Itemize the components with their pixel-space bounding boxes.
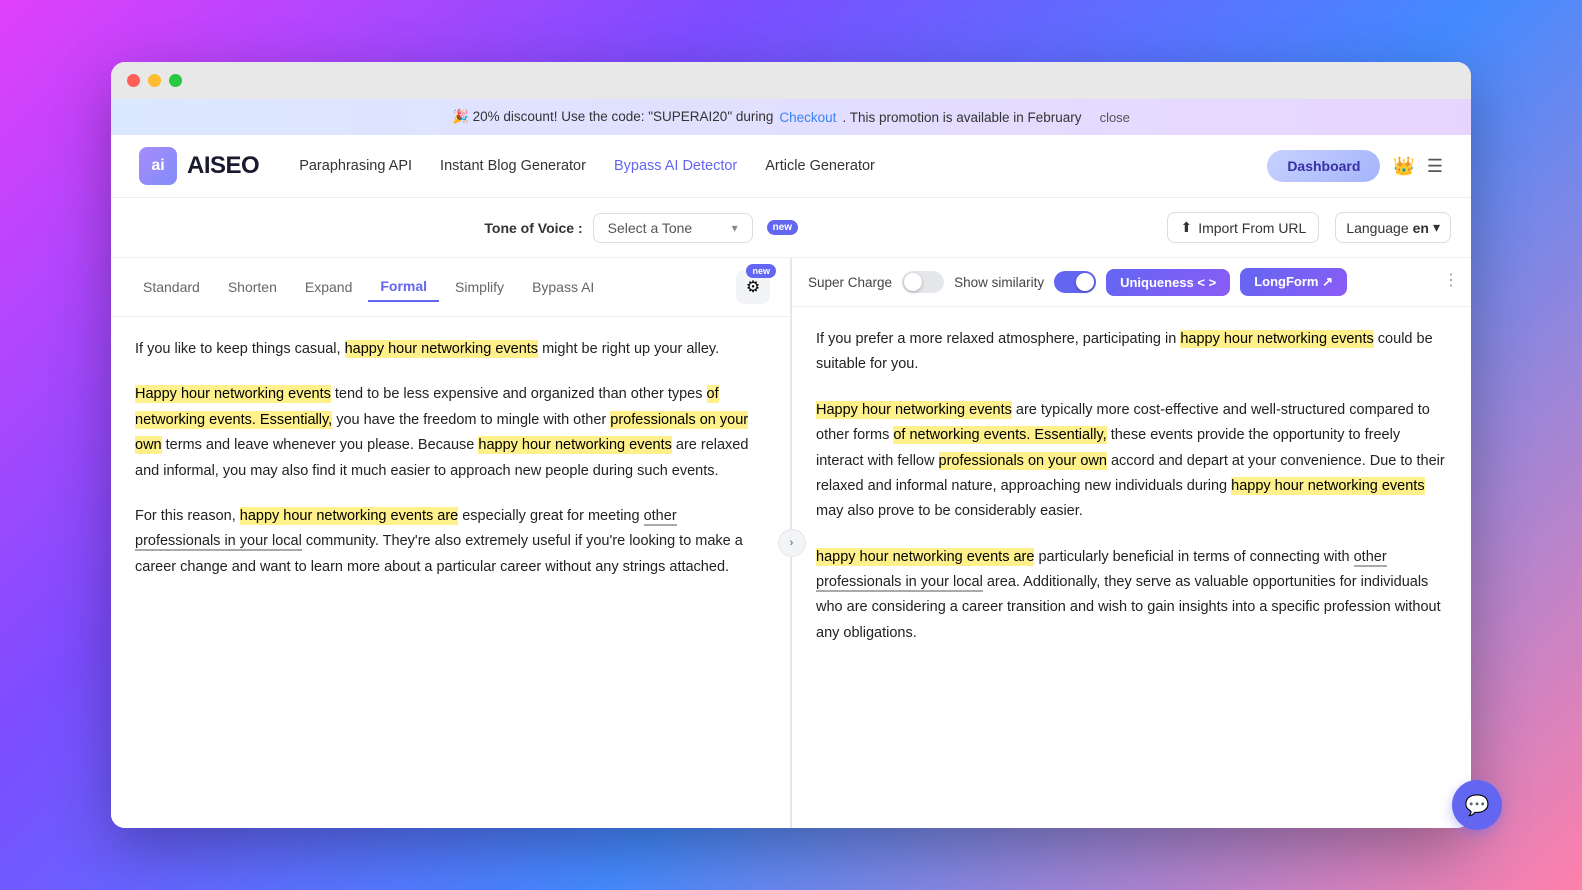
- highlight-6: happy hour networking events are: [240, 507, 458, 525]
- tab-expand[interactable]: Expand: [293, 273, 364, 301]
- highlight-1: happy hour networking events: [345, 340, 538, 358]
- title-bar: [111, 62, 1471, 99]
- nav-links: Paraphrasing API Instant Blog Generator …: [299, 158, 1267, 174]
- right-highlight-5: happy hour networking events: [1231, 477, 1424, 495]
- lang-label: Language: [1346, 220, 1408, 236]
- maximize-dot[interactable]: [169, 74, 182, 87]
- lang-chevron-icon: ▾: [1433, 219, 1440, 236]
- similarity-toggle[interactable]: [1054, 271, 1096, 293]
- nav-bypass-ai[interactable]: Bypass AI Detector: [614, 158, 737, 174]
- highlight-5: happy hour networking events: [478, 436, 671, 454]
- highlight-2: Happy hour networking events: [135, 385, 331, 403]
- minimize-dot[interactable]: [148, 74, 161, 87]
- gear-new-badge: new: [746, 264, 776, 278]
- nav-paraphrasing-api[interactable]: Paraphrasing API: [299, 158, 412, 174]
- logo: ai AISEO: [139, 147, 259, 185]
- import-icon: ⬆: [1180, 219, 1192, 236]
- banner-close[interactable]: close: [1100, 110, 1130, 125]
- right-text-content: If you prefer a more relaxed atmosphere,…: [792, 307, 1471, 828]
- left-para-1: If you like to keep things casual, happy…: [135, 337, 766, 362]
- tone-chevron-icon: ▾: [732, 221, 738, 235]
- navbar: ai AISEO Paraphrasing API Instant Blog G…: [111, 135, 1471, 198]
- tab-bypass-ai[interactable]: Bypass AI: [520, 273, 606, 301]
- show-similarity-label: Show similarity: [954, 275, 1044, 290]
- super-charge-toggle[interactable]: [902, 271, 944, 293]
- checkout-link[interactable]: Checkout: [779, 110, 836, 125]
- tab-shorten[interactable]: Shorten: [216, 273, 289, 301]
- left-para-3: For this reason, happy hour networking e…: [135, 504, 766, 580]
- chat-icon: 💬: [1465, 793, 1490, 818]
- tone-new-badge: new: [767, 220, 798, 235]
- right-highlight-2: Happy hour networking events: [816, 401, 1012, 419]
- tab-simplify[interactable]: Simplify: [443, 273, 516, 301]
- logo-text: AISEO: [187, 152, 259, 180]
- editor-container: Standard Shorten Expand Formal Simplify …: [111, 258, 1471, 828]
- right-para-3: happy hour networking events are particu…: [816, 545, 1447, 647]
- tone-select-dropdown[interactable]: Select a Tone ▾: [593, 213, 753, 243]
- lang-value: en: [1413, 220, 1429, 236]
- chat-support-button[interactable]: 💬: [1452, 780, 1502, 830]
- nav-right: Dashboard 👑 ☰: [1267, 150, 1443, 182]
- logo-icon: ai: [139, 147, 177, 185]
- content-area: Tone of Voice : Select a Tone ▾ new ⬆ Im…: [111, 198, 1471, 828]
- toolbar: Tone of Voice : Select a Tone ▾ new ⬆ Im…: [111, 198, 1471, 258]
- dashboard-button[interactable]: Dashboard: [1267, 150, 1380, 182]
- output-toolbar: Super Charge Show similarity Uniqueness …: [792, 258, 1471, 307]
- longform-button[interactable]: LongForm ↗: [1240, 268, 1347, 296]
- tone-label: Tone of Voice :: [484, 220, 582, 236]
- crown-icon: 👑: [1392, 156, 1414, 177]
- right-para-2: Happy hour networking events are typical…: [816, 398, 1447, 525]
- right-highlight-1: happy hour networking events: [1180, 330, 1373, 348]
- mode-tabs: Standard Shorten Expand Formal Simplify …: [111, 258, 790, 317]
- settings-gear-button[interactable]: ⚙ new: [736, 270, 770, 304]
- tone-placeholder: Select a Tone: [608, 220, 693, 236]
- expand-arrow-button[interactable]: ›: [778, 529, 806, 557]
- left-text-content: If you like to keep things casual, happy…: [111, 317, 790, 828]
- uniqueness-button[interactable]: Uniqueness < >: [1106, 269, 1230, 296]
- right-para-1: If you prefer a more relaxed atmosphere,…: [816, 327, 1447, 378]
- close-dot[interactable]: [127, 74, 140, 87]
- right-editor-panel: Super Charge Show similarity Uniqueness …: [792, 258, 1471, 828]
- language-selector[interactable]: Language en ▾: [1335, 212, 1451, 243]
- right-highlight-3: of networking events. Essentially,: [893, 426, 1106, 444]
- banner-text: 🎉 20% discount! Use the code: "SUPERAI20…: [452, 109, 773, 125]
- tab-standard[interactable]: Standard: [131, 273, 212, 301]
- toggle-knob: [904, 273, 922, 291]
- app-window: 🎉 20% discount! Use the code: "SUPERAI20…: [111, 62, 1471, 828]
- super-charge-label: Super Charge: [808, 275, 892, 290]
- context-menu-icon[interactable]: ⋮: [1443, 270, 1459, 290]
- banner-text-2: . This promotion is available in Februar…: [842, 110, 1081, 125]
- nav-article-gen[interactable]: Article Generator: [765, 158, 875, 174]
- left-editor-panel: Standard Shorten Expand Formal Simplify …: [111, 258, 791, 828]
- hamburger-menu-icon[interactable]: ☰: [1427, 156, 1443, 177]
- promo-banner: 🎉 20% discount! Use the code: "SUPERAI20…: [111, 99, 1471, 135]
- nav-instant-blog[interactable]: Instant Blog Generator: [440, 158, 586, 174]
- tab-formal[interactable]: Formal: [368, 272, 439, 302]
- right-highlight-6: happy hour networking events are: [816, 548, 1034, 566]
- right-highlight-4: professionals on your own: [939, 452, 1107, 470]
- left-para-2: Happy hour networking events tend to be …: [135, 382, 766, 484]
- import-url-button[interactable]: ⬆ Import From URL: [1167, 212, 1319, 243]
- similarity-toggle-knob: [1076, 273, 1094, 291]
- import-label: Import From URL: [1198, 220, 1306, 236]
- gear-icon: ⚙: [746, 277, 760, 297]
